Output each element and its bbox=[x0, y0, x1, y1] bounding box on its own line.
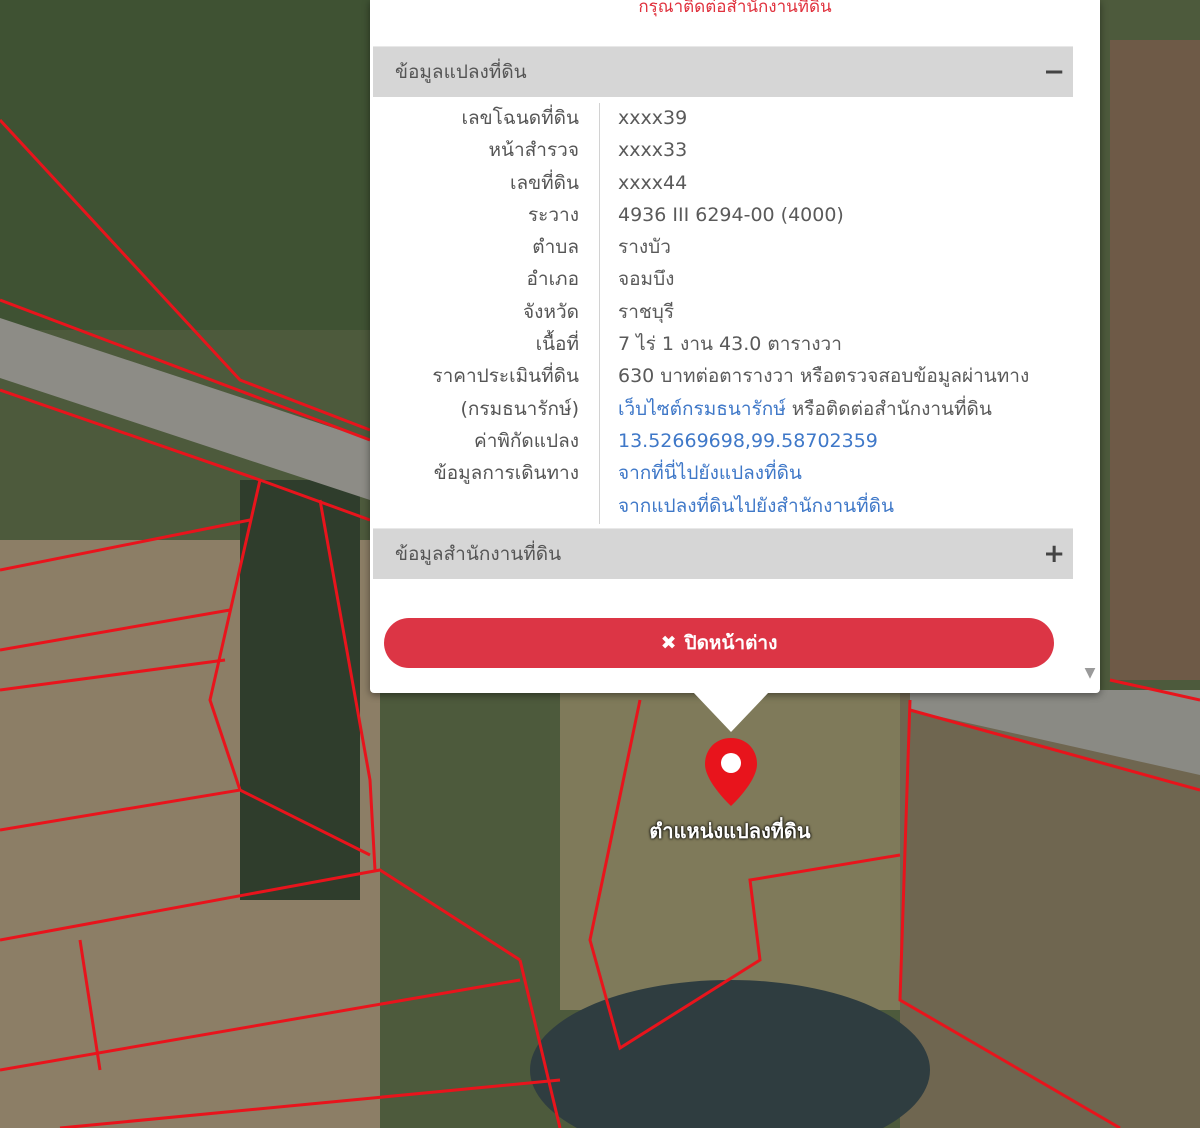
row-value: xxxx39 bbox=[618, 107, 688, 129]
location-pin-icon[interactable] bbox=[702, 736, 760, 808]
land-office-header[interactable]: ข้อมูลสำนักงานที่ดิน + bbox=[373, 527, 1073, 579]
price-label-line1: ราคาประเมินที่ดิน bbox=[432, 365, 579, 388]
row-province: จังหวัด ราชบุรี bbox=[373, 296, 1073, 328]
directions-to-office-link[interactable]: จากแปลงที่ดินไปยังสำนักงานที่ดิน bbox=[618, 495, 894, 517]
row-value: 13.52669698,99.58702359 bbox=[599, 425, 1048, 457]
row-subdistrict: ตำบล รางบัว bbox=[373, 231, 1073, 263]
row-label: ระวาง bbox=[527, 203, 579, 226]
land-office-title: ข้อมูลสำนักงานที่ดิน bbox=[395, 542, 562, 565]
row-coordinates: ค่าพิกัดแปลง 13.52669698,99.58702359 bbox=[373, 425, 1073, 457]
row-value: xxxx44 bbox=[618, 171, 688, 194]
directions-to-parcel-link[interactable]: จากที่นี่ไปยังแปลงที่ดิน bbox=[618, 462, 802, 484]
contact-notice: กรุณาติดต่อสำนักงานที่ดิน bbox=[638, 0, 832, 17]
scroll-down-arrow-icon[interactable]: ▼ bbox=[1080, 665, 1100, 685]
row-label: เนื้อที่ bbox=[535, 333, 579, 356]
parcel-info-popup: กรุณาติดต่อสำนักงานที่ดิน ข้อมูลแปลงที่ด… bbox=[370, 0, 1100, 693]
row-appraisal-price: ราคาประเมินที่ดิน (กรมธนารักษ์) 630 บาทต… bbox=[373, 360, 1073, 425]
row-label: หน้าสำรวจ bbox=[488, 139, 579, 162]
row-label: อำเภอ bbox=[526, 268, 579, 291]
row-value: 7 ไร่ 1 งาน 43.0 ตารางวา bbox=[618, 333, 842, 356]
expand-icon[interactable]: + bbox=[1043, 529, 1065, 579]
row-label: ข้อมูลการเดินทาง bbox=[433, 462, 579, 485]
marker-label: ตำแหน่งแปลงที่ดิน bbox=[649, 819, 811, 843]
row-directions: ข้อมูลการเดินทาง จากที่นี่ไปยังแปลงที่ดิ… bbox=[373, 457, 1073, 522]
popup-scroll-area[interactable]: ข้อมูลแปลงที่ดิน − เลขโฉนดที่ดิน xxxx39 … bbox=[373, 46, 1073, 686]
row-map-sheet: ระวาง 4936 III 6294-00 (4000) bbox=[373, 199, 1073, 231]
row-value: ราชบุรี bbox=[618, 300, 675, 323]
price-text: 630 บาทต่อตารางวา หรือตรวจสอบข้อมูลผ่านท… bbox=[618, 365, 1030, 388]
price-text-after: หรือติดต่อสำนักงานที่ดิน bbox=[785, 397, 992, 420]
row-value: รางบัว bbox=[618, 236, 671, 259]
row-value: xxxx33 bbox=[618, 139, 688, 162]
row-label: ราคาประเมินที่ดิน (กรมธนารักษ์) bbox=[373, 360, 599, 425]
row-value: 630 บาทต่อตารางวา หรือตรวจสอบข้อมูลผ่านท… bbox=[599, 360, 1048, 425]
row-label: ตำบล bbox=[532, 236, 579, 259]
row-land-number: เลขที่ดิน xxxx44 bbox=[373, 167, 1073, 199]
parcel-info-header[interactable]: ข้อมูลแปลงที่ดิน − bbox=[373, 46, 1073, 97]
close-icon: ✖ bbox=[660, 632, 677, 654]
row-deed-number: เลขโฉนดที่ดิน xxxx39 bbox=[373, 102, 1073, 134]
parcel-info-title: ข้อมูลแปลงที่ดิน bbox=[395, 61, 527, 83]
row-district: อำเภอ จอมบึง bbox=[373, 263, 1073, 295]
row-label: เลขที่ดิน bbox=[510, 171, 579, 194]
collapse-icon[interactable]: − bbox=[1043, 47, 1065, 97]
row-survey-page: หน้าสำรวจ xxxx33 bbox=[373, 134, 1073, 166]
row-value: จอมบึง bbox=[618, 268, 675, 291]
coordinates-link[interactable]: 13.52669698,99.58702359 bbox=[618, 430, 878, 452]
row-label: ค่าพิกัดแปลง bbox=[474, 429, 579, 452]
close-button-label: ปิดหน้าต่าง bbox=[684, 632, 778, 654]
row-label: จังหวัด bbox=[523, 300, 579, 323]
popup-pointer bbox=[693, 692, 769, 732]
row-area: เนื้อที่ 7 ไร่ 1 งาน 43.0 ตารางวา bbox=[373, 328, 1073, 360]
row-value: จากที่นี่ไปยังแปลงที่ดิน จากแปลงที่ดินไป… bbox=[599, 457, 1048, 522]
row-label: เลขโฉนดที่ดิน bbox=[461, 107, 579, 129]
treasury-website-link[interactable]: เว็บไซต์กรมธนารักษ์ bbox=[618, 398, 786, 420]
close-window-button[interactable]: ✖ ปิดหน้าต่าง bbox=[384, 618, 1054, 668]
row-value: 4936 III 6294-00 (4000) bbox=[618, 203, 844, 226]
price-label-line2: (กรมธนารักษ์) bbox=[460, 397, 579, 420]
parcel-info-table: เลขโฉนดที่ดิน xxxx39 หน้าสำรวจ xxxx33 เล… bbox=[373, 97, 1073, 528]
